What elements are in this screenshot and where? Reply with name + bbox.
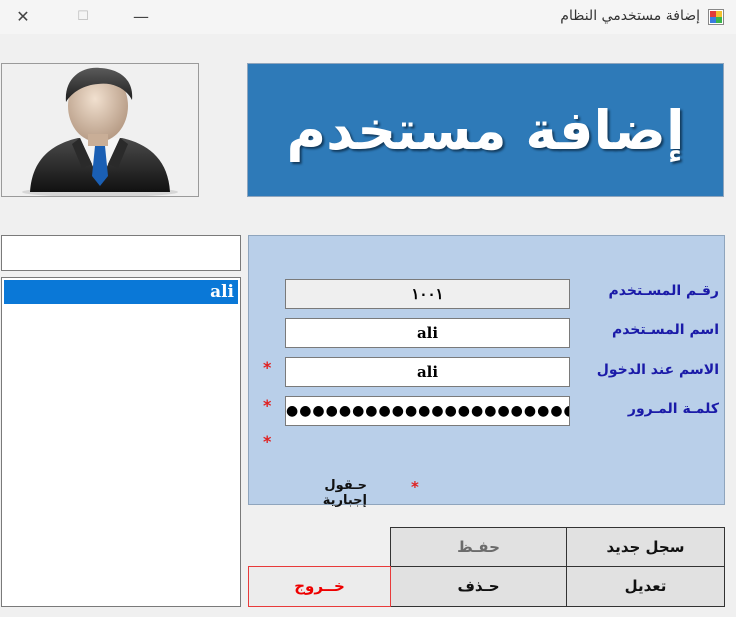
minimize-icon[interactable]: — xyxy=(130,6,152,28)
required-legend-marker: * xyxy=(411,478,419,496)
required-marker: * xyxy=(263,396,272,415)
banner-title: إضافة مستخدم xyxy=(286,98,685,162)
login-name-field[interactable]: ali xyxy=(285,357,570,387)
new-record-button[interactable]: سجل جديد xyxy=(566,527,725,567)
page-banner: إضافة مستخدم xyxy=(247,63,724,197)
delete-button[interactable]: حـذف xyxy=(390,566,567,607)
required-legend: حـقول إجبارية xyxy=(322,478,367,508)
title-bar: ✕ ☐ — إضافة مستخدمي النظام xyxy=(0,0,736,34)
users-listbox[interactable]: ali xyxy=(1,277,241,607)
close-icon[interactable]: ✕ xyxy=(12,6,34,28)
app-icon xyxy=(708,9,724,25)
user-id-field[interactable]: ١٠٠١ xyxy=(285,279,570,309)
user-avatar-icon xyxy=(22,67,178,197)
required-marker: * xyxy=(263,432,272,451)
user-form-panel: رقـم المسـتخدم ١٠٠١ اسم المسـتخدم ali * … xyxy=(248,235,725,508)
search-input[interactable] xyxy=(1,235,241,271)
required-marker: * xyxy=(263,358,272,377)
password-field[interactable]: ●●●●●●●●●●●●●●●●●●●●●●●●●● xyxy=(285,396,570,426)
password-label: كلمـة المـرور xyxy=(627,401,719,417)
window-title: إضافة مستخدمي النظام xyxy=(560,8,700,24)
user-avatar-picture xyxy=(1,63,199,197)
exit-button[interactable]: خــروج xyxy=(248,566,391,607)
login-name-label: الاسم عند الدخول xyxy=(596,362,719,378)
edit-button[interactable]: تعديل xyxy=(566,566,725,607)
user-name-field[interactable]: ali xyxy=(285,318,570,348)
user-name-label: اسم المسـتخدم xyxy=(611,322,719,338)
save-button[interactable]: حفـظ xyxy=(390,527,567,567)
maximize-icon[interactable]: ☐ xyxy=(72,6,94,28)
list-item[interactable]: ali xyxy=(4,280,238,304)
user-id-label: رقـم المسـتخدم xyxy=(608,283,720,299)
